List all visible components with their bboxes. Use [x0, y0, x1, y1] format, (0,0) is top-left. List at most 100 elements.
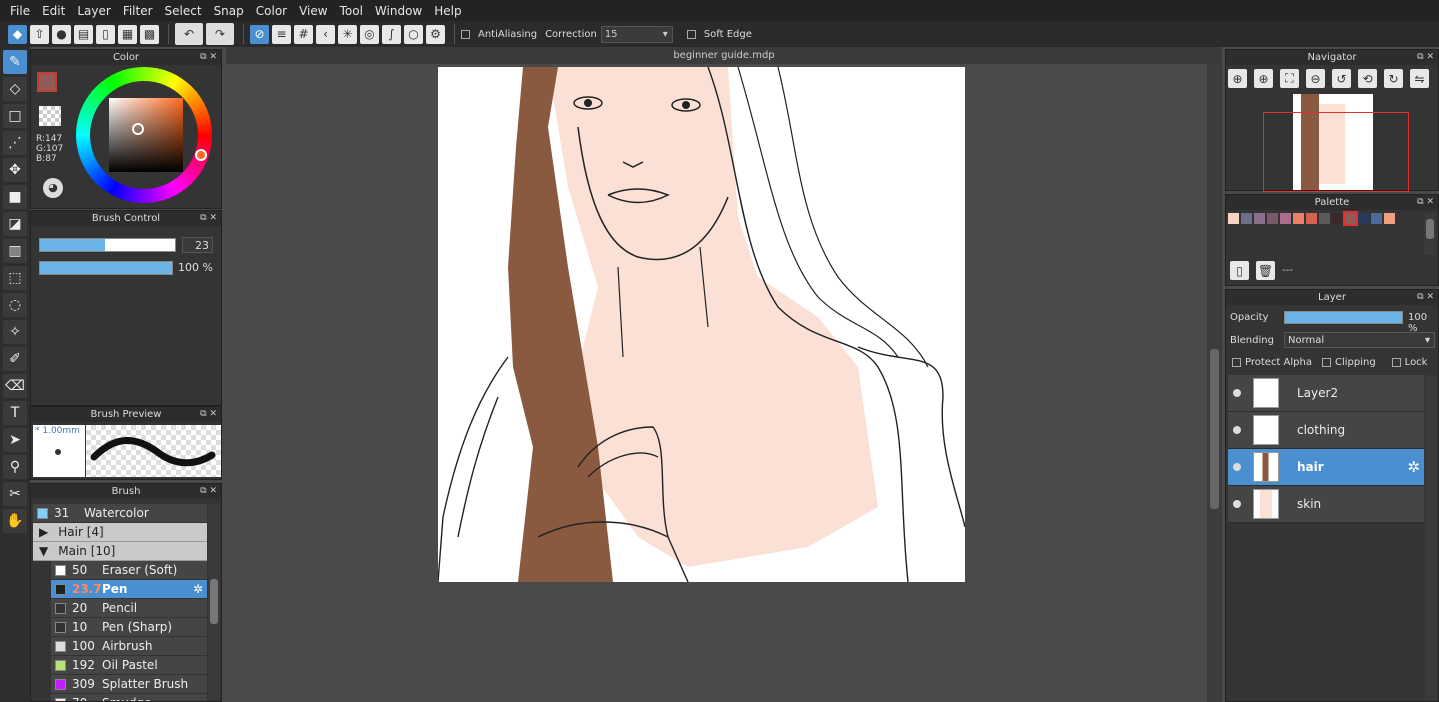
visibility-icon[interactable]	[1233, 463, 1241, 471]
document-icon[interactable]: ▯	[96, 24, 115, 44]
shape-tool-icon[interactable]: □	[3, 104, 27, 128]
brush-group[interactable]: ▼ Main [10]	[33, 542, 207, 561]
move-tool-icon[interactable]: ✥	[3, 158, 27, 182]
soft-edge-checkbox[interactable]	[686, 29, 696, 39]
brush-item[interactable]: 100 Airbrush	[51, 637, 207, 656]
snap-settings-icon[interactable]: ⚙	[426, 24, 445, 44]
palette-swatch[interactable]	[1343, 211, 1358, 226]
document-tab[interactable]: beginner guide.mdp	[226, 47, 1222, 64]
operation-tool-icon[interactable]: ➤	[3, 428, 27, 452]
palette-scrollbar[interactable]	[1424, 213, 1436, 255]
brush-item[interactable]: 50 Eraser (Soft)	[51, 561, 207, 580]
text-tool-icon[interactable]: T	[3, 401, 27, 425]
menu-view[interactable]: View	[293, 4, 333, 18]
brush-group[interactable]: ▶ Hair [4]	[33, 523, 207, 542]
dropper-tool-icon[interactable]: ⚲	[3, 455, 27, 479]
dot-tool-icon[interactable]: ⋰	[3, 131, 27, 155]
layer-row[interactable]: Layer2	[1228, 375, 1424, 412]
brush-size-slider[interactable]	[39, 238, 176, 252]
new-palette-icon[interactable]: ▯	[1230, 261, 1249, 280]
delete-palette-icon[interactable]: 🗑	[1256, 261, 1275, 280]
blending-select[interactable]: Normal ▾	[1284, 332, 1435, 348]
antialiasing-checkbox[interactable]	[461, 29, 470, 39]
flip-icon[interactable]: ⇋	[1410, 69, 1429, 88]
palette-swatch[interactable]	[1319, 213, 1330, 224]
layer-row[interactable]: clothing	[1228, 412, 1424, 449]
panel-controls-icon[interactable]: ⧉ ✕	[1417, 50, 1434, 65]
undo-button[interactable]: ↶	[175, 23, 203, 45]
brush-item[interactable]: 70Smudge	[51, 694, 207, 701]
clipping-checkbox[interactable]	[1321, 358, 1331, 367]
menu-select[interactable]: Select	[159, 4, 208, 18]
redo-button[interactable]: ↷	[206, 23, 234, 45]
lasso-tool-icon[interactable]: ◌	[3, 293, 27, 317]
panel-controls-icon[interactable]: ⧉ ✕	[200, 484, 217, 499]
panel-controls-icon[interactable]: ⧉ ✕	[1417, 290, 1434, 305]
select-eraser-icon[interactable]: ⌫	[3, 374, 27, 398]
snap-parallel-icon[interactable]: ≡	[272, 24, 291, 44]
menu-layer[interactable]: Layer	[71, 4, 116, 18]
palette-swatch[interactable]	[1293, 213, 1304, 224]
correction-select[interactable]: 15 ▾	[600, 25, 673, 43]
palette-swatch[interactable]	[1371, 213, 1382, 224]
divide-tool-icon[interactable]: ✂	[3, 482, 27, 506]
zoom-out-icon[interactable]: ⊖	[1306, 69, 1325, 88]
visibility-icon[interactable]	[1233, 426, 1241, 434]
brush-item[interactable]: 192 Oil Pastel	[51, 656, 207, 675]
select-pen-icon[interactable]: ✐	[3, 347, 27, 371]
layer-opacity-slider[interactable]	[1284, 311, 1403, 324]
zoom-in-icon[interactable]: ⊕	[1228, 69, 1247, 88]
layer-row[interactable]: hair ✲	[1228, 449, 1424, 486]
grid-icon[interactable]: ▩	[140, 24, 159, 44]
canvas-icon[interactable]: ◆	[8, 24, 27, 44]
brush-item[interactable]: 309 Splatter Brush	[51, 675, 207, 694]
palette-swatch[interactable]	[1358, 213, 1369, 224]
layer-list-scrollbar[interactable]	[1425, 375, 1437, 701]
snap-circle-icon[interactable]: ◎	[360, 24, 379, 44]
palette-swatch[interactable]	[1306, 213, 1317, 224]
palette-swatch[interactable]	[1267, 213, 1278, 224]
rotate-left-icon[interactable]: ↺	[1332, 69, 1351, 88]
rotate-reset-icon[interactable]: ⟲	[1358, 69, 1377, 88]
layer-row[interactable]: skin	[1228, 486, 1424, 523]
canvas-vertical-scrollbar[interactable]	[1207, 64, 1222, 702]
saturation-value-square[interactable]	[109, 98, 183, 172]
menu-file[interactable]: File	[4, 4, 36, 18]
share-icon[interactable]: ⇧	[30, 24, 49, 44]
brush-tool-icon[interactable]: ✎	[3, 50, 27, 74]
palette-swatch[interactable]	[1254, 213, 1265, 224]
menu-tool[interactable]: Tool	[334, 4, 369, 18]
expand-icon[interactable]: ▼	[39, 544, 48, 558]
brush-item[interactable]: 20 Pencil	[51, 599, 207, 618]
panel-controls-icon[interactable]: ⧉ ✕	[200, 50, 217, 65]
brush-list-scrollbar[interactable]	[208, 504, 220, 701]
menu-edit[interactable]: Edit	[36, 4, 71, 18]
palette-swatch[interactable]	[1384, 213, 1395, 224]
palette-swatch[interactable]	[1228, 213, 1239, 224]
navigator-viewport-frame[interactable]	[1263, 112, 1409, 192]
brush-item[interactable]: 10 Pen (Sharp)	[51, 618, 207, 637]
brush-item[interactable]: 23.7 Pen ✲	[51, 580, 207, 599]
menu-window[interactable]: Window	[369, 4, 428, 18]
layer-settings-icon[interactable]: ✲	[1407, 458, 1420, 476]
main-color-swatch[interactable]	[37, 72, 57, 92]
menu-color[interactable]: Color	[250, 4, 293, 18]
panel-controls-icon[interactable]: ⧉ ✕	[1417, 195, 1434, 210]
menu-snap[interactable]: Snap	[208, 4, 250, 18]
hand-tool-icon[interactable]: ✋	[3, 509, 27, 533]
lock-checkbox[interactable]	[1391, 358, 1401, 367]
transparent-swatch[interactable]	[39, 106, 61, 126]
snap-radial-icon[interactable]: ✳	[338, 24, 357, 44]
panel-controls-icon[interactable]: ⧉ ✕	[200, 211, 217, 226]
palette-swatch[interactable]	[1241, 213, 1252, 224]
visibility-icon[interactable]	[1233, 500, 1241, 508]
gradient-tool-icon[interactable]: ▥	[3, 239, 27, 263]
snap-grid-icon[interactable]: #	[294, 24, 313, 44]
menu-help[interactable]: Help	[428, 4, 467, 18]
color-palette-icon[interactable]: ◕	[43, 178, 63, 198]
palette-swatch[interactable]	[1332, 213, 1343, 224]
panel-controls-icon[interactable]: ⧉ ✕	[200, 407, 217, 422]
snap-off-icon[interactable]: ⊘	[250, 24, 269, 44]
snap-perspective-icon[interactable]: ‹	[316, 24, 335, 44]
layers-icon[interactable]: ▦	[118, 24, 137, 44]
